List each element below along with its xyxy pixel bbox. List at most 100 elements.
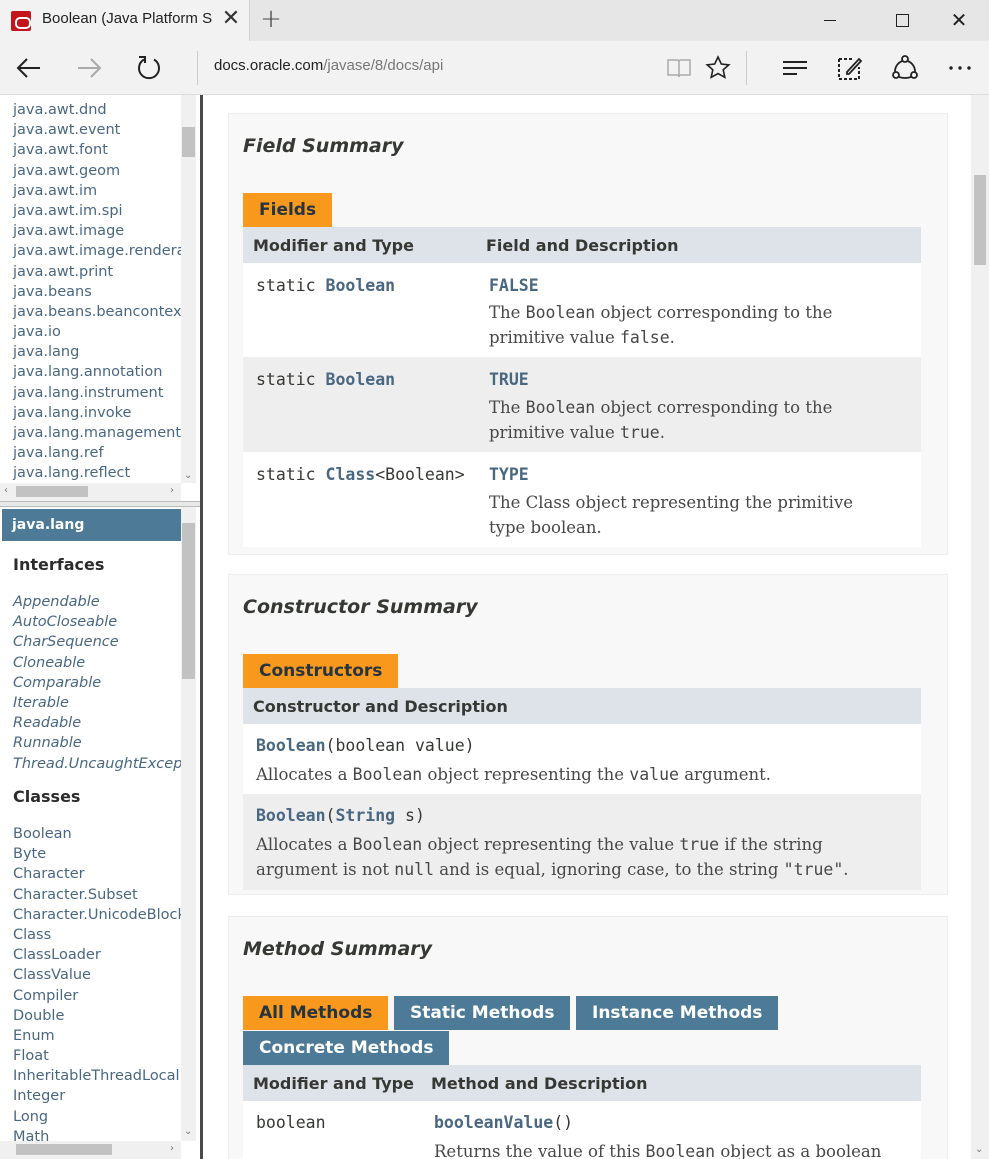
package-list-vscrollbar[interactable]: ⌄ — [181, 95, 196, 483]
package-link[interactable]: java.lang — [13, 342, 196, 362]
package-link[interactable]: java.awt.print — [13, 262, 196, 282]
class-link[interactable]: Enum — [13, 1026, 186, 1046]
close-tab-icon[interactable]: ✕ — [220, 8, 242, 30]
package-link[interactable]: java.lang.reflect — [13, 463, 196, 483]
field-link-type[interactable]: TYPE — [489, 465, 529, 484]
share-button[interactable] — [890, 53, 920, 83]
close-window-button[interactable]: ✕ — [931, 0, 987, 41]
class-link[interactable]: Float — [13, 1046, 186, 1066]
class-link[interactable]: Character — [13, 864, 186, 884]
package-link[interactable]: java.lang.management — [13, 423, 196, 443]
package-link[interactable]: java.awt.im — [13, 181, 196, 201]
refresh-button[interactable] — [134, 53, 164, 83]
classes-hscrollbar[interactable]: › — [0, 1141, 181, 1159]
type-link[interactable]: Boolean — [326, 370, 396, 389]
package-link[interactable]: java.io — [13, 322, 196, 342]
param-type: boolean — [335, 736, 406, 755]
url-path: /javase/8/docs/api — [323, 57, 444, 74]
package-link[interactable]: java.awt.image — [13, 221, 196, 241]
more-button[interactable] — [945, 53, 975, 83]
package-link[interactable]: java.beans — [13, 282, 196, 302]
scroll-right-arrow-icon[interactable]: › — [170, 1144, 174, 1154]
url-field[interactable]: docs.oracle.com/javase/8/docs/api — [214, 57, 443, 74]
package-link[interactable]: java.lang.instrument — [13, 383, 196, 403]
new-tab-button[interactable]: + — [258, 6, 284, 32]
package-link[interactable]: java.awt.event — [13, 120, 196, 140]
classes-hscroll-thumb[interactable] — [16, 1144, 112, 1155]
constructor-link[interactable]: Boolean — [256, 806, 326, 825]
scroll-down-arrow-icon[interactable]: ⌄ — [975, 1145, 983, 1155]
back-button[interactable] — [14, 53, 44, 83]
scroll-left-arrow-icon[interactable]: ‹ — [4, 486, 8, 496]
interface-link[interactable]: Comparable — [13, 673, 196, 693]
class-link[interactable]: Character.Subset — [13, 885, 186, 905]
table-row: static Boolean TRUE The Boolean object c… — [243, 357, 921, 452]
maximize-button[interactable] — [874, 0, 930, 41]
package-link[interactable]: java.awt.im.spi — [13, 201, 196, 221]
class-link[interactable]: Byte — [13, 844, 186, 864]
package-link[interactable]: java.lang.ref — [13, 443, 196, 463]
class-link[interactable]: Compiler — [13, 986, 186, 1006]
package-link[interactable]: java.awt.font — [13, 140, 196, 160]
interface-link[interactable]: Cloneable — [13, 653, 196, 673]
package-link[interactable]: java.lang.annotation — [13, 362, 196, 382]
main-vscrollbar[interactable]: ⌄ — [971, 95, 989, 1159]
interface-link[interactable]: CharSequence — [13, 632, 196, 652]
class-link[interactable]: Class — [13, 925, 186, 945]
desc-code: null — [394, 860, 435, 879]
reading-view-button[interactable] — [664, 53, 694, 83]
classes-vscroll-thumb[interactable] — [182, 523, 195, 679]
scroll-right-arrow-icon[interactable]: › — [170, 486, 174, 496]
class-link[interactable]: Double — [13, 1006, 186, 1026]
class-link[interactable]: Character.UnicodeBlock — [13, 905, 186, 925]
main-vscroll-thumb[interactable] — [974, 175, 986, 265]
scroll-down-arrow-icon[interactable]: ⌄ — [184, 1127, 192, 1137]
interface-link[interactable]: AutoCloseable — [13, 612, 196, 632]
desc-text: type boolean. — [489, 518, 602, 537]
paren: ( — [325, 806, 336, 825]
constructor-link[interactable]: Boolean — [256, 736, 326, 755]
current-package-title[interactable]: java.lang — [2, 509, 181, 541]
param-type-link[interactable]: String — [335, 806, 395, 825]
package-link[interactable]: java.awt.dnd — [13, 100, 196, 120]
tab-static-methods[interactable]: Static Methods — [394, 996, 571, 1030]
field-link-false[interactable]: FALSE — [489, 276, 539, 295]
field-name: FALSE — [489, 276, 539, 295]
scroll-down-arrow-icon[interactable]: ⌄ — [184, 471, 192, 481]
type-link[interactable]: Boolean — [326, 276, 396, 295]
package-link[interactable]: java.awt.image.renderable — [13, 241, 196, 261]
hub-button[interactable] — [780, 53, 810, 83]
favorite-button[interactable] — [703, 53, 733, 83]
type-link[interactable]: Class — [326, 465, 376, 484]
class-link[interactable]: ClassLoader — [13, 945, 186, 965]
package-list-hscroll-thumb[interactable] — [16, 486, 88, 497]
forward-button[interactable] — [74, 53, 104, 83]
class-link[interactable]: Boolean — [13, 824, 186, 844]
package-link[interactable]: java.beans.beancontext — [13, 302, 196, 322]
minimize-button[interactable] — [802, 0, 858, 41]
package-link[interactable]: java.awt.geom — [13, 161, 196, 181]
interface-link[interactable]: Iterable — [13, 693, 196, 713]
package-list-hscrollbar[interactable]: ‹ › — [0, 483, 181, 501]
class-link[interactable]: ClassValue — [13, 965, 186, 985]
package-link[interactable]: java.lang.invoke — [13, 403, 196, 423]
package-list-vscroll-thumb[interactable] — [182, 127, 195, 157]
interface-link[interactable]: Appendable — [13, 592, 196, 612]
class-link[interactable]: Long — [13, 1107, 186, 1127]
web-note-button[interactable] — [835, 53, 865, 83]
browser-tab[interactable]: Boolean (Java Platform SE 8) ✕ — [0, 0, 250, 41]
interface-link[interactable]: Runnable — [13, 733, 196, 753]
tab-all-methods[interactable]: All Methods — [243, 996, 389, 1030]
classes-vscrollbar[interactable]: ⌄ — [181, 507, 196, 1141]
field-link-true[interactable]: TRUE — [489, 370, 529, 389]
interface-link[interactable]: Thread.UncaughtExceptionHandler — [13, 754, 196, 774]
tab-concrete-methods[interactable]: Concrete Methods — [243, 1031, 450, 1065]
method-link[interactable]: booleanValue — [434, 1113, 553, 1132]
share-icon — [892, 55, 918, 79]
fields-caption: Fields — [243, 193, 333, 227]
class-link[interactable]: InheritableThreadLocal — [13, 1066, 186, 1086]
class-link[interactable]: Integer — [13, 1086, 186, 1106]
tab-instance-methods[interactable]: Instance Methods — [576, 996, 779, 1030]
back-arrow-icon — [16, 58, 40, 78]
interface-link[interactable]: Readable — [13, 713, 196, 733]
